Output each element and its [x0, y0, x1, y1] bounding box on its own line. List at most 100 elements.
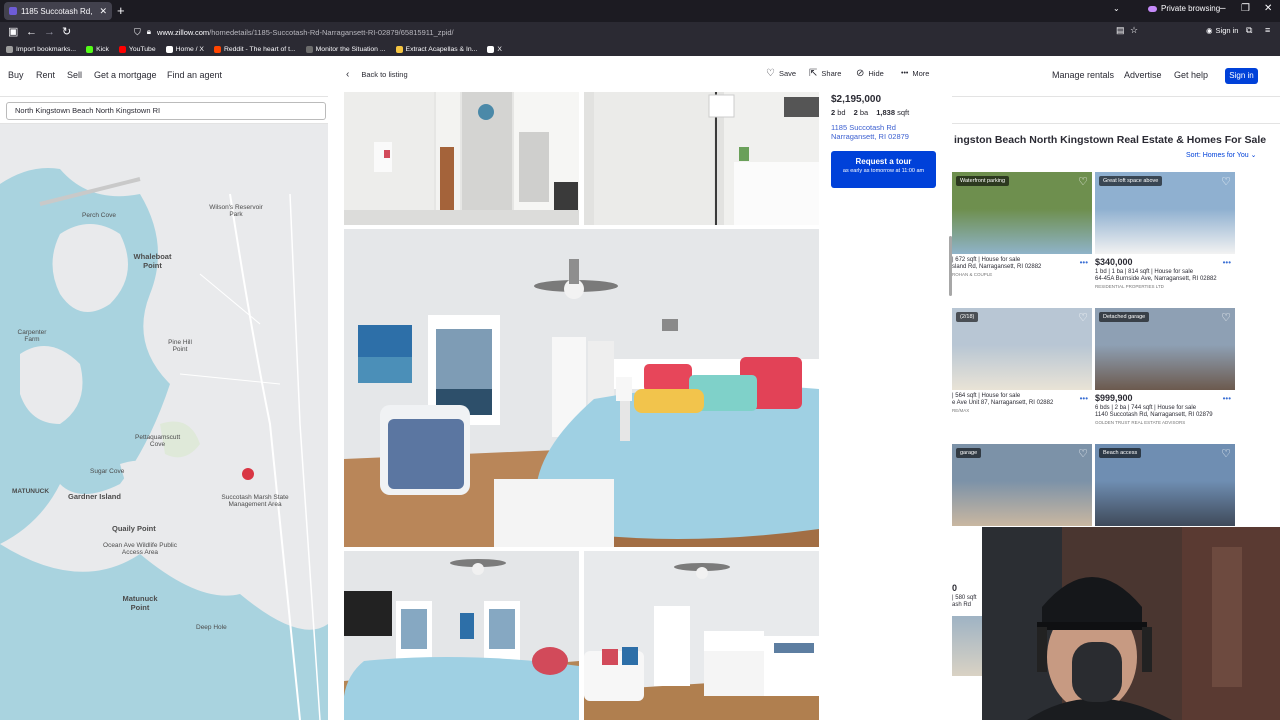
more-options-icon[interactable]: ••• — [1223, 258, 1231, 267]
address-line2[interactable]: Narragansett, RI 02879 — [831, 132, 941, 141]
heart-icon[interactable]: ♡ — [1078, 447, 1088, 460]
maximize-window-button[interactable]: ❐ — [1241, 3, 1250, 14]
listing-card-photo[interactable]: Waterfront parking ♡ — [952, 172, 1092, 254]
nav-sell[interactable]: Sell — [67, 70, 82, 80]
hide-button[interactable]: ⊘ Hide — [856, 68, 884, 78]
new-tab-button[interactable]: + — [117, 3, 125, 19]
forward-arrow-icon[interactable]: → — [44, 25, 55, 39]
bookmark-item[interactable]: Home / X — [165, 45, 204, 53]
tracking-protection-icon[interactable]: ⛉ — [134, 27, 141, 38]
heart-icon[interactable]: ♡ — [1221, 447, 1231, 460]
bookmark-item[interactable]: Extract Acapellas & In... — [395, 45, 478, 53]
private-browsing-indicator: Private browsing — [1148, 4, 1220, 13]
more-options-icon[interactable]: ••• — [1080, 394, 1088, 403]
nav-advertise[interactable]: Advertise — [1124, 70, 1162, 80]
bookmark-label: Home / X — [175, 45, 204, 53]
more-button[interactable]: ••• More — [901, 69, 929, 78]
bookmark-favicon-icon — [305, 45, 313, 53]
nav-get-help[interactable]: Get help — [1174, 70, 1208, 80]
results-title: ingston Beach North Kingstown Real Estat… — [954, 134, 1267, 146]
modal-scrollbar[interactable] — [949, 236, 952, 296]
listing-photo-main[interactable] — [344, 229, 819, 547]
listing-card[interactable]: Great loft space above ♡ $340,000 1 bd | 1 … — [1095, 172, 1235, 289]
heart-icon[interactable]: ♡ — [1078, 311, 1088, 324]
sqft-value: 1,838 — [876, 108, 895, 117]
bookmark-item[interactable]: Kick — [86, 45, 109, 53]
listing-card-photo[interactable]: (2/18) ♡ — [952, 308, 1092, 390]
bookmark-item[interactable]: Monitor the Situation ... — [305, 45, 386, 53]
listing-card-photo[interactable]: garage ♡ — [952, 444, 1092, 526]
listing-card[interactable]: Beach access♡••• — [1095, 444, 1235, 539]
account-sign-in[interactable]: ◉ Sign in — [1206, 26, 1238, 35]
sort-dropdown[interactable]: Sort: Homes for You ⌄ — [1186, 151, 1256, 159]
browser-tab[interactable]: 1185 Succotash Rd, Narragans ✕ — [4, 2, 112, 20]
nav-mortgage[interactable]: Get a mortgage — [94, 70, 157, 80]
listing-photo[interactable] — [344, 92, 579, 225]
extensions-icon[interactable]: ⧉ — [1246, 25, 1252, 36]
heart-icon[interactable]: ♡ — [1221, 175, 1231, 188]
lock-icon[interactable]: 🔒︎ — [147, 27, 151, 37]
more-options-icon[interactable]: ••• — [1080, 258, 1088, 267]
nav-find-agent[interactable]: Find an agent — [167, 70, 222, 80]
back-to-listing-button[interactable]: ‹ Back to listing — [346, 69, 408, 80]
bookmark-item[interactable]: YouTube — [118, 45, 156, 53]
map-label: Quaily Point — [112, 524, 156, 533]
site-sign-in-button[interactable]: Sign in — [1225, 68, 1258, 84]
bookmark-label: Reddit - The heart of t... — [223, 45, 296, 53]
webcam-video — [982, 527, 1280, 720]
menu-icon[interactable]: ≡ — [1265, 25, 1270, 35]
request-tour-button[interactable]: Request a tour as early as tomorrow at 1… — [831, 151, 936, 188]
listing-card[interactable]: Detached garage ♡ $999,900 6 bds | 2 ba | 7… — [1095, 308, 1235, 425]
nav-rent[interactable]: Rent — [36, 70, 55, 80]
location-search-input[interactable]: North Kingstown Beach North Kingstown RI — [6, 102, 326, 120]
baths-value: 2 — [853, 108, 858, 117]
browser-tab-bar: 1185 Succotash Rd, Narragans ✕ + ⌄ Priva… — [0, 0, 1280, 22]
heart-icon[interactable]: ♡ — [1078, 175, 1088, 188]
bookmark-item[interactable]: X — [487, 45, 502, 53]
close-window-button[interactable]: ✕ — [1264, 3, 1272, 14]
address-bar[interactable]: ⛉ 🔒︎ www.zillow.com/homedetails/1185-Suc… — [134, 24, 1084, 40]
map-label: Carpenter Farm — [17, 329, 47, 343]
bookmark-label: YouTube — [128, 45, 156, 53]
listing-card-photo[interactable]: Detached garage ♡ — [1095, 308, 1235, 390]
listing-card[interactable]: Waterfront parking ♡ | 672 sqft | House fo… — [952, 172, 1092, 277]
share-button[interactable]: ⇱ Share — [809, 68, 842, 78]
close-tab-icon[interactable]: ✕ — [99, 6, 107, 17]
bookmark-label: Extract Acapellas & In... — [405, 45, 478, 53]
listing-photo[interactable] — [584, 551, 819, 720]
listing-photo[interactable] — [344, 551, 579, 720]
map-label: MATUNUCK — [12, 488, 50, 495]
map-label: Succotash Marsh State Management Area — [221, 494, 289, 508]
address-line1[interactable]: 1185 Succotash Rd — [831, 123, 941, 132]
tab-list-chevron-icon[interactable]: ⌄ — [1113, 4, 1120, 13]
url-path: /homedetails/1185-Succotash-Rd-Narragans… — [209, 27, 454, 37]
bookmark-label: Monitor the Situation ... — [315, 45, 386, 53]
map[interactable]: Perch Cove Wilson's Reservoir Park Whale… — [0, 124, 328, 720]
reader-view-icon[interactable]: ▤ — [1116, 25, 1125, 36]
listing-badge: Detached garage — [1099, 312, 1150, 322]
listing-card-photo[interactable]: Great loft space above ♡ — [1095, 172, 1235, 254]
bookmark-label: Import bookmarks... — [16, 45, 77, 53]
nav-buy[interactable]: Buy — [8, 70, 24, 80]
sidebar-toggle-icon[interactable]: ▣ — [8, 25, 18, 39]
bookmark-item[interactable]: Reddit - The heart of t... — [213, 45, 296, 53]
more-options-icon[interactable]: ••• — [1223, 394, 1231, 403]
listing-photo[interactable] — [584, 92, 819, 225]
share-label: Share — [821, 69, 842, 78]
listing-card[interactable]: (2/18) ♡ | 564 sqft | House for sale e Ave … — [952, 308, 1092, 413]
bookmark-star-icon[interactable]: ☆ — [1130, 25, 1138, 36]
bookmark-label: X — [497, 45, 502, 53]
heart-icon[interactable]: ♡ — [1221, 311, 1231, 324]
listing-card-photo[interactable]: Beach access ♡ — [1095, 444, 1235, 526]
bookmark-favicon-icon — [118, 45, 126, 53]
reload-icon[interactable]: ↻ — [62, 25, 71, 39]
bookmark-item[interactable]: Import bookmarks... — [6, 45, 77, 53]
listing-card-meta: | 672 sqft | House for sale — [952, 257, 1021, 263]
bookmark-favicon-icon — [487, 45, 495, 53]
listing-card[interactable]: garage♡••• — [952, 444, 1092, 539]
minimize-window-button[interactable]: – — [1220, 3, 1226, 14]
back-arrow-icon[interactable]: ← — [26, 25, 37, 39]
listing-card-meta: 1 bd | 1 ba | 814 sqft | House for sale — [1095, 269, 1194, 275]
save-button[interactable]: ♡ Save — [766, 68, 796, 78]
nav-manage-rentals[interactable]: Manage rentals — [1052, 70, 1114, 80]
